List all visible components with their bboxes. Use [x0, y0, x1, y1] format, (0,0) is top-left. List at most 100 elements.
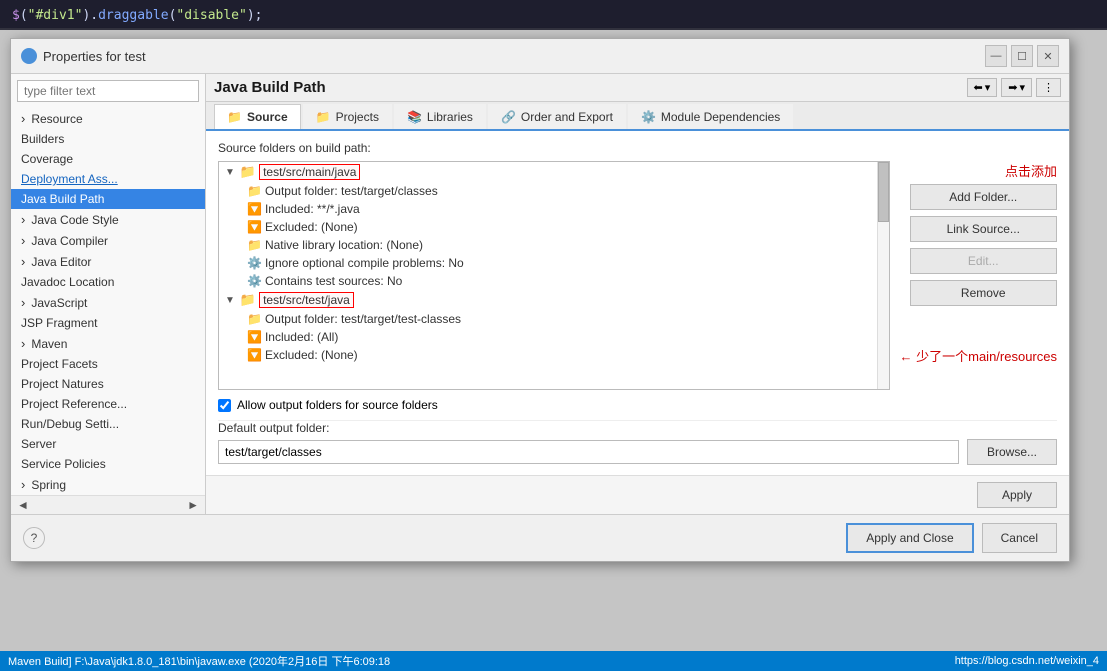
sidebar-item-label: Project Natures [21, 377, 104, 391]
tree-node-main-included[interactable]: 🔽 Included: **/*.java [219, 200, 877, 218]
tab-source[interactable]: 📁 Source [214, 104, 301, 129]
output-folder-label: Default output folder: [218, 421, 1057, 435]
toolbar-nav: ⬅ ▾ ➡ ▾ ⋮ [967, 78, 1062, 97]
scroll-right-icon[interactable]: ► [187, 498, 199, 512]
sidebar-item-java-compiler[interactable]: Java Compiler [11, 230, 205, 251]
sidebar-item-maven[interactable]: Maven [11, 333, 205, 354]
tab-libraries[interactable]: 📚 Libraries [394, 104, 486, 129]
sidebar-item-label: Builders [21, 132, 64, 146]
back-dropdown-icon[interactable]: ▾ [985, 81, 991, 94]
content-title: Java Build Path [214, 79, 326, 96]
tree-node-test-java[interactable]: ▼ 📁 test/src/test/java [219, 290, 877, 310]
apply-close-button[interactable]: Apply and Close [846, 523, 973, 553]
back-icon: ⬅ [974, 81, 983, 94]
sidebar-item-coverage[interactable]: Coverage [11, 149, 205, 169]
forward-icon: ➡ [1008, 81, 1017, 94]
forward-dropdown-icon[interactable]: ▾ [1019, 81, 1025, 94]
sidebar-item-javadoc-location[interactable]: Javadoc Location [11, 272, 205, 292]
close-button[interactable]: ✕ [1037, 45, 1059, 67]
sidebar-item-java-editor[interactable]: Java Editor [11, 251, 205, 272]
tree-node-test-output[interactable]: 📁 Output folder: test/target/test-classe… [219, 310, 877, 328]
window-controls: — ☐ ✕ [985, 45, 1059, 67]
tab-module-dependencies[interactable]: ⚙️ Module Dependencies [628, 104, 793, 129]
node-label: Output folder: test/target/classes [265, 184, 438, 198]
back-button[interactable]: ⬅ ▾ [967, 78, 998, 97]
tab-label: Projects [336, 110, 379, 124]
apply-row: Apply [206, 475, 1069, 514]
dialog-footer: ? Apply and Close Cancel [11, 514, 1069, 561]
status-bar: Maven Build] F:\Java\jdk1.8.0_181\bin\ja… [0, 651, 1107, 671]
sidebar-item-java-build-path[interactable]: Java Build Path [11, 189, 205, 209]
filter-icon: 🔽 [247, 220, 262, 234]
sidebar-item-resource[interactable]: Resource [11, 108, 205, 129]
main-content: Source folders on build path: ▼ 📁 test/s… [206, 131, 1069, 475]
sidebar-item-server[interactable]: Server [11, 434, 205, 454]
maximize-button[interactable]: ☐ [1011, 45, 1033, 67]
sidebar-item-project-facets[interactable]: Project Facets [11, 354, 205, 374]
tab-label: Libraries [427, 110, 473, 124]
sidebar-item-deployment-ass[interactable]: Deployment Ass... [11, 169, 205, 189]
sidebar-item-service-policies[interactable]: Service Policies [11, 454, 205, 474]
output-input-row: Browse... [218, 439, 1057, 465]
title-bar: Properties for test — ☐ ✕ [11, 39, 1069, 74]
cancel-button[interactable]: Cancel [982, 523, 1057, 553]
tree-container: ▼ 📁 test/src/main/java 📁 Output folder: … [218, 161, 890, 390]
tree-node-main-ignore[interactable]: ⚙️ Ignore optional compile problems: No [219, 254, 877, 272]
sidebar-item-jsp-fragment[interactable]: JSP Fragment [11, 313, 205, 333]
tabs-bar: 📁 Source 📁 Projects 📚 Libraries 🔗 Order … [206, 102, 1069, 131]
sidebar-item-project-references[interactable]: Project Reference... [11, 394, 205, 414]
filter-icon: 🔽 [247, 330, 262, 344]
sidebar-item-label: Maven [31, 337, 67, 351]
tab-order-export[interactable]: 🔗 Order and Export [488, 104, 626, 129]
tab-projects[interactable]: 📁 Projects [303, 104, 392, 129]
browse-button[interactable]: Browse... [967, 439, 1057, 465]
expand-icon: ▼ [225, 295, 235, 306]
ignore-icon: ⚙️ [247, 256, 262, 270]
sidebar-item-java-code-style[interactable]: Java Code Style [11, 209, 205, 230]
sidebar-item-run-debug[interactable]: Run/Debug Setti... [11, 414, 205, 434]
test-icon: ⚙️ [247, 274, 262, 288]
edit-button[interactable]: Edit... [910, 248, 1058, 274]
background-code: $("#div1").draggable("disable"); [0, 0, 1107, 30]
minimize-button[interactable]: — [985, 45, 1007, 67]
sidebar-item-label: Spring [31, 478, 66, 492]
tree-node-main-java[interactable]: ▼ 📁 test/src/main/java [219, 162, 877, 182]
tree-node-main-test-sources[interactable]: ⚙️ Contains test sources: No [219, 272, 877, 290]
node-label: Excluded: (None) [265, 220, 358, 234]
sidebar-item-javascript[interactable]: JavaScript [11, 292, 205, 313]
remove-button[interactable]: Remove [910, 280, 1058, 306]
tab-label: Source [247, 110, 288, 124]
tree-node-main-output[interactable]: 📁 Output folder: test/target/classes [219, 182, 877, 200]
tree-scrollbar[interactable] [877, 162, 889, 389]
sidebar-item-project-natures[interactable]: Project Natures [11, 374, 205, 394]
tree-node-main-native[interactable]: 📁 Native library location: (None) [219, 236, 877, 254]
projects-tab-icon: 📁 [316, 110, 331, 124]
link-source-button[interactable]: Link Source... [910, 216, 1058, 242]
footer-buttons: Apply and Close Cancel [846, 523, 1057, 553]
tree-node-test-excluded[interactable]: 🔽 Excluded: (None) [219, 346, 877, 364]
node-label: test/src/main/java [259, 164, 360, 180]
sidebar-item-label: JavaScript [31, 296, 87, 310]
sidebar-item-label: Java Editor [31, 255, 91, 269]
forward-button[interactable]: ➡ ▾ [1001, 78, 1032, 97]
source-tab-icon: 📁 [227, 110, 242, 124]
tree-node-main-excluded[interactable]: 🔽 Excluded: (None) [219, 218, 877, 236]
node-label: Included: (All) [265, 330, 338, 344]
content-toolbar: Java Build Path ⬅ ▾ ➡ ▾ ⋮ [206, 74, 1069, 102]
filter-input[interactable] [17, 80, 199, 102]
status-right: https://blog.csdn.net/weixin_4 [955, 655, 1099, 667]
tree-node-test-included[interactable]: 🔽 Included: (All) [219, 328, 877, 346]
scroll-left-icon[interactable]: ◄ [17, 498, 29, 512]
allow-output-label: Allow output folders for source folders [237, 398, 438, 412]
help-button[interactable]: ? [23, 527, 45, 549]
tree-scrollbar-thumb[interactable] [878, 162, 889, 222]
output-folder-input[interactable] [218, 440, 959, 464]
arrow-icon: ← [900, 349, 913, 364]
sidebar-item-builders[interactable]: Builders [11, 129, 205, 149]
node-label: Output folder: test/target/test-classes [265, 312, 461, 326]
apply-button[interactable]: Apply [977, 482, 1057, 508]
add-folder-button[interactable]: Add Folder... [910, 184, 1058, 210]
sidebar-item-spring[interactable]: Spring [11, 474, 205, 495]
allow-output-checkbox[interactable] [218, 399, 231, 412]
menu-button[interactable]: ⋮ [1036, 78, 1061, 97]
